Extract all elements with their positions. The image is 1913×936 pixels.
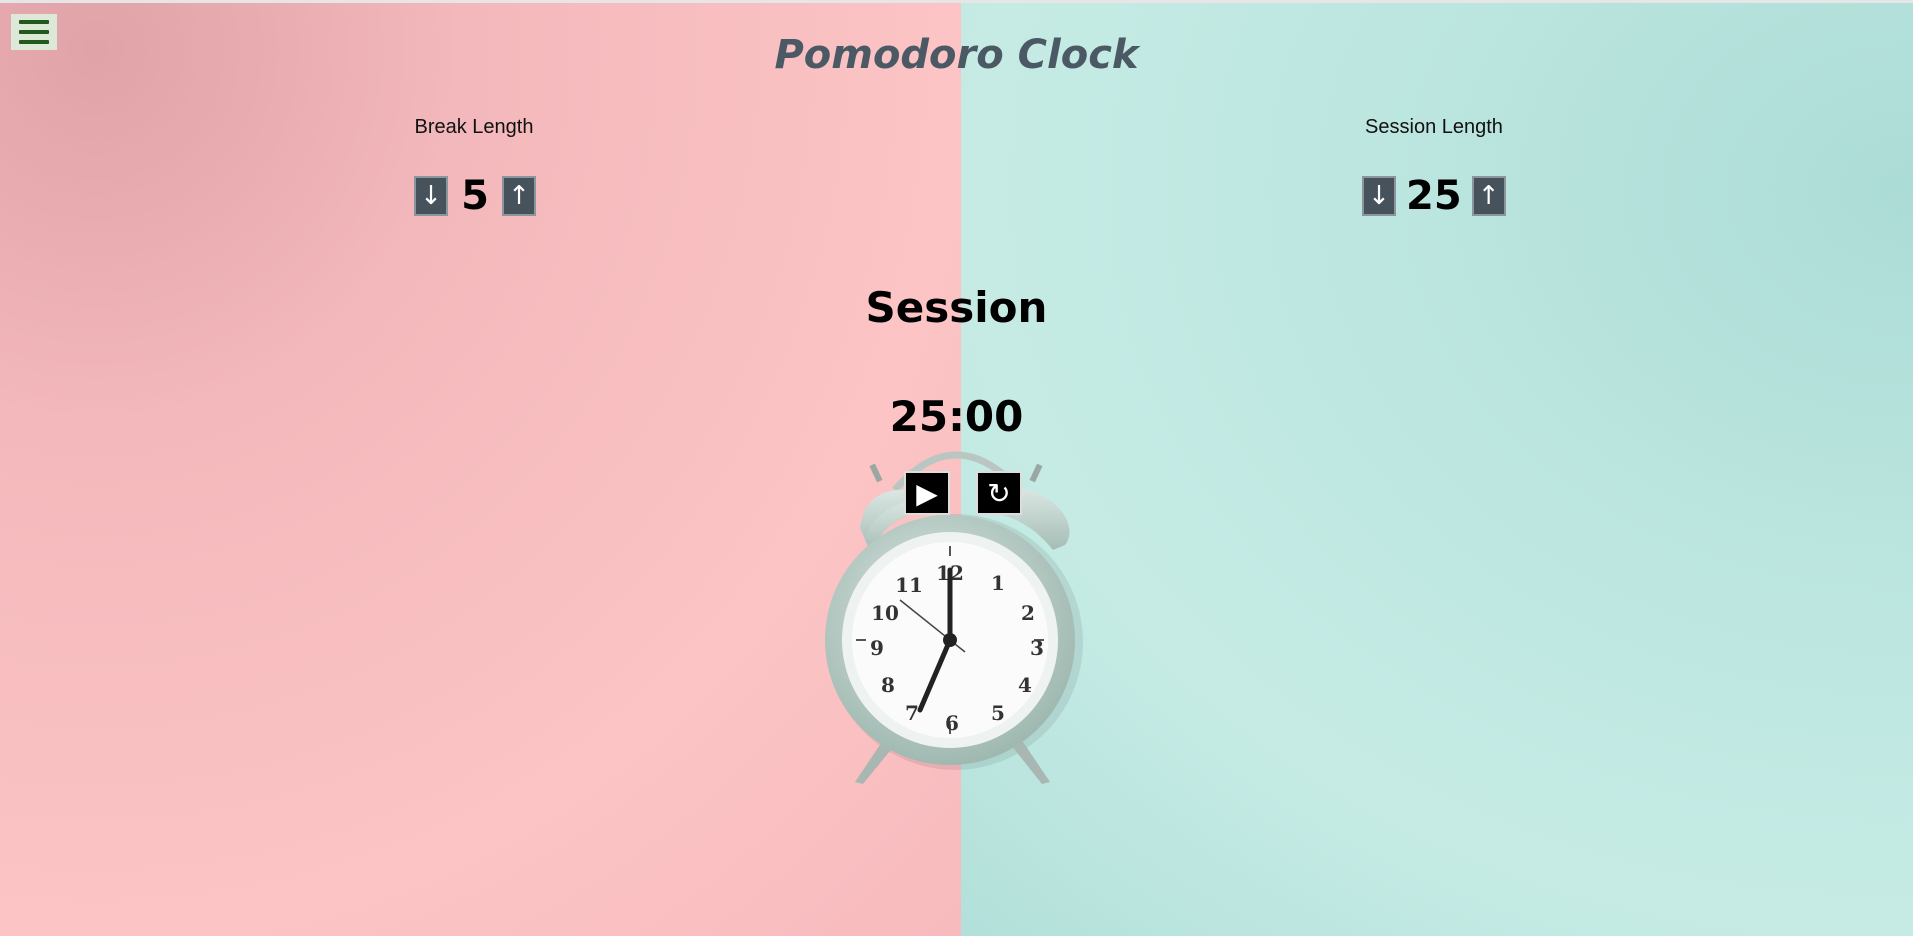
svg-text:11: 11 xyxy=(895,573,923,597)
svg-text:3: 3 xyxy=(1030,636,1044,660)
alarm-clock-image: 12 1 2 3 4 5 6 7 8 9 10 11 xyxy=(825,451,1083,784)
session-length-value: 25 xyxy=(1406,173,1462,219)
page-title: Pomodoro Clock xyxy=(774,32,1139,78)
session-stepper: ↓ 25 ↑ xyxy=(1362,173,1506,219)
svg-text:1: 1 xyxy=(991,571,1005,595)
background-teal-panel xyxy=(961,3,1913,936)
svg-text:4: 4 xyxy=(1018,673,1032,697)
svg-text:5: 5 xyxy=(991,701,1005,725)
break-label: Break Length xyxy=(414,116,534,138)
session-label: Session Length xyxy=(1365,116,1503,138)
start-stop-button[interactable]: ▶ xyxy=(904,471,950,515)
svg-text:10: 10 xyxy=(871,601,899,625)
svg-text:7: 7 xyxy=(905,701,919,725)
svg-text:8: 8 xyxy=(881,673,895,697)
break-stepper: ↓ 5 ↑ xyxy=(414,173,536,219)
timer-label: Session xyxy=(865,283,1048,332)
svg-text:2: 2 xyxy=(1021,601,1035,625)
svg-text:6: 6 xyxy=(945,711,959,735)
svg-text:9: 9 xyxy=(870,636,884,660)
reset-button[interactable]: ↻ xyxy=(976,471,1022,515)
session-decrement-button[interactable]: ↓ xyxy=(1362,176,1396,216)
break-decrement-button[interactable]: ↓ xyxy=(414,176,448,216)
session-increment-button[interactable]: ↑ xyxy=(1471,176,1506,216)
break-increment-button[interactable]: ↑ xyxy=(502,176,536,216)
break-length-value: 5 xyxy=(461,173,489,219)
